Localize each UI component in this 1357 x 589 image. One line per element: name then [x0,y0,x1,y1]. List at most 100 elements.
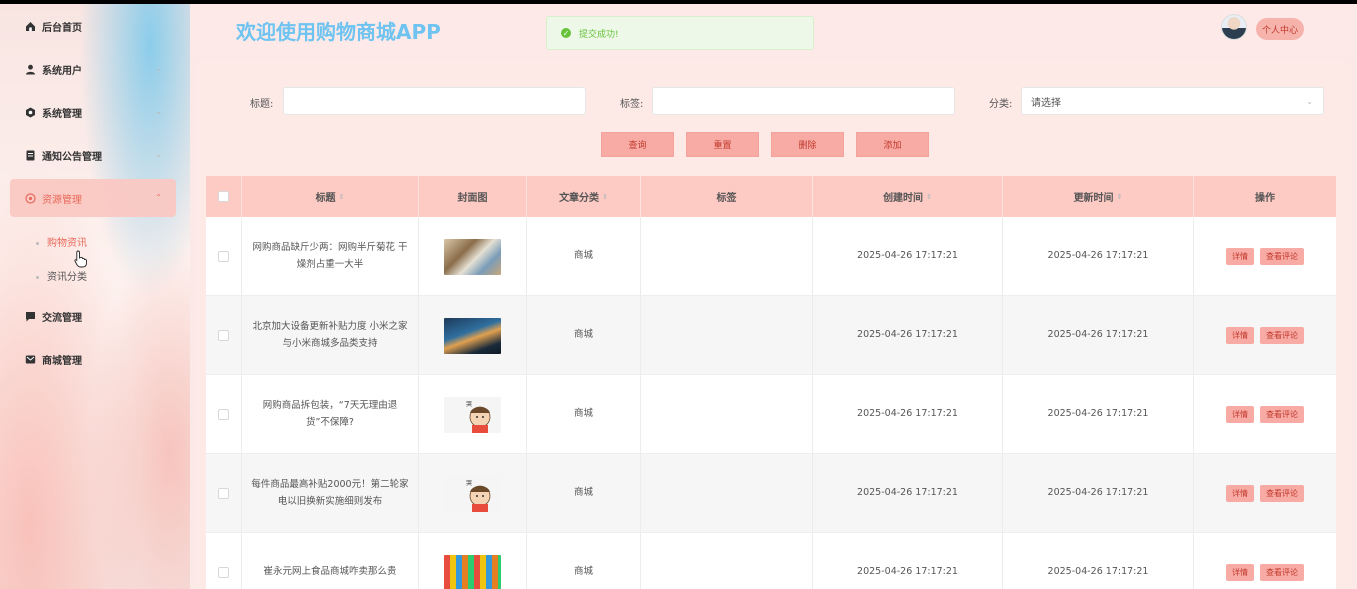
cover-image[interactable] [444,238,501,275]
table-header: 标题 ⇕ 封面图 文章分类 ⇕ 标签 创建时间 ⇕ 更新时间 ⇕ 操作 [206,176,1336,217]
row-checkbox[interactable] [218,488,229,499]
row-checkbox[interactable] [218,251,229,262]
column-header-label: 标题 [315,193,336,204]
window-top-bar [0,0,1357,4]
column-header-title[interactable]: 标题 ⇕ [242,176,419,217]
sidebar-item-communication[interactable]: 交流管理 [10,297,176,335]
sidebar-subitem-label: 资讯分类 [47,272,87,283]
document-icon [24,149,36,161]
cover-image[interactable]: 哭 [444,475,501,512]
table-row: 每件商品最高补贴2000元！第二轮家电以旧换新实施细则发布 哭 商城 2025-… [206,454,1336,533]
category-cell: 商城 [527,533,641,589]
sidebar-item-system-settings[interactable]: 系统管理 ⌄ [10,93,176,131]
category-search-label: 分类: [989,99,1013,110]
sidebar-item-announcements[interactable]: 通知公告管理 ⌄ [10,136,176,174]
column-header-cover: 封面图 [419,176,527,217]
svg-text:哭: 哭 [466,401,472,408]
category-select-placeholder: 请选择 [1031,97,1061,109]
detail-button[interactable]: 详情 [1226,485,1254,502]
sort-icon[interactable]: ⇕ [1117,193,1123,201]
sidebar-subitem-news-category[interactable]: 资讯分类 [36,268,87,283]
title-cell: 每件商品最高补贴2000元！第二轮家电以旧换新实施细则发布 [242,454,419,533]
category-cell: 商城 [527,217,641,296]
table-row: 崔永元网上食品商城咋卖那么贵 商城 2025-04-26 17:17:21 20… [206,533,1336,589]
app-title: 欢迎使用购物商城APP [236,20,441,44]
cover-cell [419,296,527,375]
query-button[interactable]: 查询 [601,132,674,157]
sidebar-item-home[interactable]: 后台首页 [10,7,176,45]
tag-search-label: 标签: [620,99,644,110]
reset-button[interactable]: 重置 [686,132,759,157]
column-header-label: 封面图 [457,193,488,204]
sidebar-item-system-users[interactable]: 系统用户 ⌄ [10,50,176,88]
detail-button[interactable]: 详情 [1226,564,1254,581]
row-checkbox[interactable] [218,567,229,578]
created-time-cell: 2025-04-26 17:17:21 [813,375,1003,454]
column-header-tags: 标签 [641,176,813,217]
column-header-actions: 操作 [1194,176,1336,217]
tags-cell [641,375,813,454]
category-cell: 商城 [527,454,641,533]
column-header-label: 创建时间 [883,193,924,204]
column-header-updated[interactable]: 更新时间 ⇕ [1003,176,1194,217]
cover-image[interactable]: 哭 [444,396,501,433]
cover-image[interactable] [444,554,501,589]
sidebar-item-resources[interactable]: 资源管理 ⌃ [10,179,176,217]
updated-time-cell: 2025-04-26 17:17:21 [1003,217,1194,296]
tags-cell [641,296,813,375]
cover-cell: 哭 [419,454,527,533]
column-header-label: 操作 [1255,193,1275,204]
sort-icon[interactable]: ⇕ [926,193,932,201]
tag-search-input[interactable] [652,87,955,115]
sort-icon[interactable]: ⇕ [339,193,345,201]
chevron-down-icon: ⌄ [155,107,162,116]
updated-time-cell: 2025-04-26 17:17:21 [1003,375,1194,454]
tags-cell [641,454,813,533]
column-header-created[interactable]: 创建时间 ⇕ [813,176,1003,217]
row-select-cell [206,296,242,375]
sidebar-item-label: 系统管理 [42,108,82,120]
toast-message: 提交成功! [579,29,619,40]
gear-icon [24,106,36,118]
title-cell: 网购商品拆包装，“7天无理由退货”不保障? [242,375,419,454]
view-comments-button[interactable]: 查看评论 [1260,564,1304,581]
detail-button[interactable]: 详情 [1226,248,1254,265]
sidebar-item-mall[interactable]: 商城管理 [10,340,176,378]
updated-time-cell: 2025-04-26 17:17:21 [1003,296,1194,375]
sidebar-subitem-shopping-news[interactable]: 购物资讯 [36,234,87,249]
delete-button[interactable]: 删除 [771,132,844,157]
personal-center-button[interactable]: 个人中心 [1256,18,1304,40]
hand-cursor-icon [74,250,87,268]
category-select[interactable]: 请选择 ⌄ [1021,87,1324,115]
detail-button[interactable]: 详情 [1226,406,1254,423]
select-all-cell [206,176,242,217]
sort-icon[interactable]: ⇕ [602,193,608,201]
sidebar-subitem-label: 购物资讯 [47,238,87,249]
svg-text:哭: 哭 [466,480,472,487]
view-comments-button[interactable]: 查看评论 [1260,406,1304,423]
column-header-category[interactable]: 文章分类 ⇕ [527,176,641,217]
user-icon [24,63,36,75]
row-checkbox[interactable] [218,409,229,420]
view-comments-button[interactable]: 查看评论 [1260,248,1304,265]
chat-icon [24,310,36,322]
bullet-icon [36,241,39,245]
cover-image[interactable] [444,317,501,354]
title-search-input[interactable] [283,87,586,115]
updated-time-cell: 2025-04-26 17:17:21 [1003,533,1194,589]
category-cell: 商城 [527,375,641,454]
main-content: 标题: 标签: 分类: 请选择 ⌄ 查询 重置 删除 添加 标题 ⇕ 封面图 文章… [194,58,1351,589]
chevron-down-icon: ⌄ [1306,97,1313,106]
view-comments-button[interactable]: 查看评论 [1260,327,1304,344]
row-checkbox[interactable] [218,330,229,341]
row-select-cell [206,454,242,533]
view-comments-button[interactable]: 查看评论 [1260,485,1304,502]
updated-time-cell: 2025-04-26 17:17:21 [1003,454,1194,533]
created-time-cell: 2025-04-26 17:17:21 [813,217,1003,296]
created-time-cell: 2025-04-26 17:17:21 [813,296,1003,375]
sidebar-item-label: 商城管理 [42,355,82,367]
select-all-checkbox[interactable] [218,191,229,202]
detail-button[interactable]: 详情 [1226,327,1254,344]
add-button[interactable]: 添加 [856,132,929,157]
avatar[interactable] [1221,14,1247,40]
